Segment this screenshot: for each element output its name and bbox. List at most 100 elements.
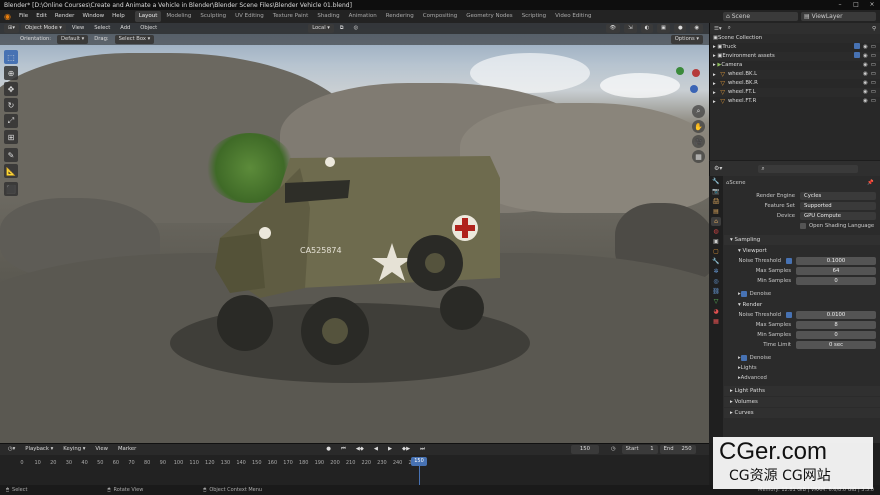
tab-scripting[interactable]: Scripting xyxy=(518,11,550,22)
vp-denoise-checkbox[interactable] xyxy=(740,291,747,297)
r-noise-threshold-checkbox[interactable] xyxy=(786,312,792,318)
3d-viewport[interactable]: CA525874 ⊞▾ Object Mode ▾ View Select Ad… xyxy=(0,23,709,443)
outliner-item-camera[interactable]: ▸ ▶ Camera ◉ ▭ xyxy=(710,61,880,70)
eye-icon[interactable]: ◉ xyxy=(863,43,868,52)
r-max-samples-field[interactable]: 8 xyxy=(796,321,876,329)
eye-icon[interactable]: ◉ xyxy=(863,97,868,106)
render-tab-icon[interactable]: 📷 xyxy=(711,187,721,196)
shading-solid-icon[interactable]: ● xyxy=(673,24,687,33)
camera-icon[interactable]: ▭ xyxy=(871,97,876,106)
r-denoise-row[interactable]: ▸ Denoise xyxy=(724,353,880,363)
view-layer-tab-icon[interactable]: ▤ xyxy=(711,207,721,216)
visibility-icon[interactable]: 👁 xyxy=(605,24,621,33)
outliner-item-wheel-ft-r[interactable]: ▸ ▽ wheel.FT.R ◉ ▭ xyxy=(710,97,880,106)
minimize-icon[interactable]: – xyxy=(832,0,848,10)
timeline-editor[interactable]: ◷▾ Playback ▾ Keying ▾ View Marker ● ⏮ ◀… xyxy=(0,443,709,486)
outliner-item-environment[interactable]: ▸ ▣ Environment assets ◉ ▭ xyxy=(710,52,880,61)
menu-file[interactable]: File xyxy=(15,10,32,23)
timeline-ruler[interactable]: 0 10 20 30 40 50 60 70 80 90 100 110 120 130 140 150 160… xyxy=(0,444,709,486)
tab-video-editing[interactable]: Video Editing xyxy=(551,11,595,22)
volumes-section[interactable]: ▸ Volumes xyxy=(724,397,880,407)
menu-edit[interactable]: Edit xyxy=(32,10,51,23)
tab-modeling[interactable]: Modeling xyxy=(162,11,195,22)
sampling-section[interactable]: ▾ Sampling xyxy=(724,235,880,245)
menu-object[interactable]: Object xyxy=(136,24,161,33)
menu-window[interactable]: Window xyxy=(78,10,108,23)
perspective-grid-icon[interactable]: ▦ xyxy=(692,150,705,163)
transform-orientation-select[interactable]: Local ▾ xyxy=(308,24,334,33)
viewport-subsection[interactable]: ▾ Viewport xyxy=(724,246,880,256)
shading-rendered-icon[interactable]: ◉ xyxy=(690,24,703,33)
camera-view-icon[interactable]: 🎥 xyxy=(692,135,705,148)
eye-icon[interactable]: ◉ xyxy=(863,52,868,61)
render-engine-select[interactable]: Cycles xyxy=(800,192,876,200)
scene-tab-icon[interactable]: ⌂ xyxy=(711,217,721,226)
vp-noise-threshold-field[interactable]: 0.1000 xyxy=(796,257,876,265)
rotate-tool-icon[interactable]: ↻ xyxy=(4,98,18,112)
camera-icon[interactable]: ▭ xyxy=(871,43,876,52)
texture-tab-icon[interactable]: ▦ xyxy=(711,317,721,326)
constraints-tab-icon[interactable]: ⛓ xyxy=(711,287,721,296)
camera-icon[interactable]: ▭ xyxy=(871,61,876,70)
tool-tab-icon[interactable]: 🔧 xyxy=(711,177,721,186)
osl-checkbox[interactable] xyxy=(800,223,806,229)
tab-uv-editing[interactable]: UV Editing xyxy=(231,11,268,22)
editor-type-button[interactable]: ⊞▾ xyxy=(4,24,19,33)
tab-rendering[interactable]: Rendering xyxy=(382,11,418,22)
data-tab-icon[interactable]: ▽ xyxy=(711,297,721,306)
material-tab-icon[interactable]: ◕ xyxy=(711,307,721,316)
device-select[interactable]: GPU Compute xyxy=(800,212,876,220)
curves-section[interactable]: ▸ Curves xyxy=(724,408,880,418)
properties-editor-icon[interactable]: ⚙▾ xyxy=(714,165,722,172)
eye-icon[interactable]: ◉ xyxy=(863,70,868,79)
eye-icon[interactable]: ◉ xyxy=(863,88,868,97)
options-button[interactable]: Options ▾ xyxy=(670,35,703,44)
snap-icon[interactable]: ⧉ xyxy=(336,24,348,33)
r-min-samples-field[interactable]: 0 xyxy=(796,331,876,339)
feature-set-select[interactable]: Supported xyxy=(800,202,876,210)
outliner-root[interactable]: ▣ Scene Collection xyxy=(710,34,880,43)
properties-search-input[interactable]: ⌕ xyxy=(758,164,859,173)
overlay-icon[interactable]: ◐ xyxy=(640,24,654,33)
tab-animation[interactable]: Animation xyxy=(345,11,381,22)
vp-min-samples-field[interactable]: 0 xyxy=(796,277,876,285)
collection-tab-icon[interactable]: ▣ xyxy=(711,237,721,246)
orientation-select[interactable]: Default ▾ xyxy=(57,35,89,44)
measure-tool-icon[interactable]: 📐 xyxy=(4,164,18,178)
close-icon[interactable]: × xyxy=(864,0,880,10)
camera-icon[interactable]: ▭ xyxy=(871,79,876,88)
scale-tool-icon[interactable]: ⤢ xyxy=(4,114,18,128)
advanced-row[interactable]: ▸ Advanced xyxy=(724,373,880,383)
view-layer-selector[interactable]: ▤ ViewLayer xyxy=(801,12,876,21)
z-axis-icon[interactable] xyxy=(690,85,698,93)
tab-layout[interactable]: Layout xyxy=(134,11,162,22)
x-axis-icon[interactable] xyxy=(692,69,700,77)
outliner-filter-icon[interactable]: ⚲ xyxy=(872,26,876,32)
maximize-icon[interactable]: □ xyxy=(848,0,864,10)
drag-select[interactable]: Select Box ▾ xyxy=(114,35,155,44)
vp-denoise-row[interactable]: ▸ Denoise xyxy=(724,289,880,299)
blender-logo-icon[interactable]: ◉ xyxy=(0,12,15,21)
world-tab-icon[interactable]: ◍ xyxy=(711,227,721,236)
object-tab-icon[interactable]: ▢ xyxy=(711,247,721,256)
zoom-icon[interactable]: ⌕ xyxy=(692,105,705,118)
eye-icon[interactable]: ◉ xyxy=(863,79,868,88)
add-cube-tool-icon[interactable]: ⬛ xyxy=(4,182,18,196)
vp-max-samples-field[interactable]: 64 xyxy=(796,267,876,275)
modifier-tab-icon[interactable]: 🔧 xyxy=(711,257,721,266)
noise-threshold-checkbox[interactable] xyxy=(786,258,792,264)
render-subsection[interactable]: ▾ Render xyxy=(724,300,880,310)
ambulance-vehicle[interactable]: CA525874 xyxy=(200,148,510,378)
menu-view[interactable]: View xyxy=(68,24,88,33)
camera-icon[interactable]: ▭ xyxy=(871,88,876,97)
outliner-item-truck[interactable]: ▸ ▣ Truck ◉ ▭ xyxy=(710,43,880,52)
gizmo-icon[interactable]: ⇲ xyxy=(624,24,637,33)
camera-icon[interactable]: ▭ xyxy=(871,52,876,61)
navigation-gizmo[interactable] xyxy=(668,63,708,103)
lights-row[interactable]: ▸ Lights xyxy=(724,363,880,373)
menu-select[interactable]: Select xyxy=(90,24,114,33)
menu-help[interactable]: Help xyxy=(108,10,129,23)
output-tab-icon[interactable]: 🖨 xyxy=(711,197,721,206)
mode-select[interactable]: Object Mode ▾ xyxy=(20,24,66,33)
move-tool-icon[interactable]: ✥ xyxy=(4,82,18,96)
